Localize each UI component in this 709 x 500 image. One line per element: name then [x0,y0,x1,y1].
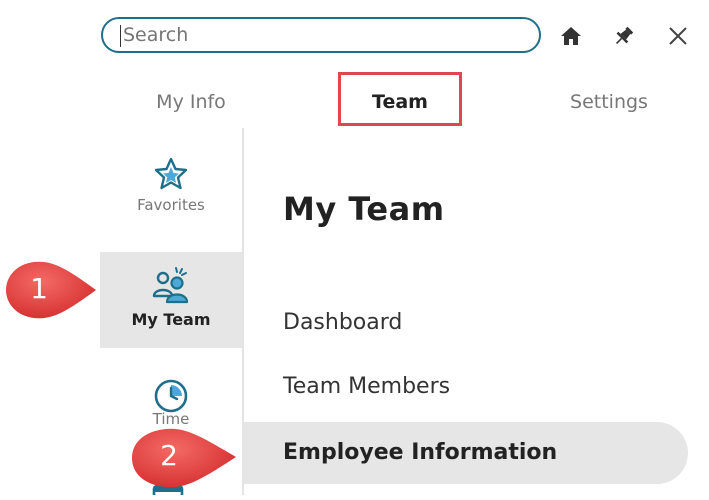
tab-settings[interactable]: Settings [555,76,663,128]
sidebar-item-my-team[interactable]: My Team [100,252,242,348]
callout-number: 1 [30,272,48,305]
callout-1: 1 [0,254,100,326]
search-input[interactable] [101,17,541,53]
close-icon[interactable] [662,20,694,52]
top-bar [100,0,709,76]
tab-my-info[interactable]: My Info [140,76,242,128]
sidebar-item-label: Favorites [137,196,205,214]
pin-icon[interactable] [608,20,640,52]
callout-number: 2 [160,439,178,472]
page-title: My Team [283,190,445,228]
menu-item-label: Employee Information [283,440,558,465]
star-icon [154,157,188,190]
menu-item-dashboard[interactable]: Dashboard [283,310,402,335]
callout-2: 2 [126,423,238,495]
sidebar-item-label: My Team [131,310,211,329]
home-icon[interactable] [555,20,587,52]
tab-team-highlight [338,72,462,126]
tab-bar: My Info Team Settings [100,72,709,128]
text-cursor [120,25,121,47]
menu-item-team-members[interactable]: Team Members [283,374,450,399]
team-icon [152,267,189,304]
main-content: My Team Dashboard Team Members Employee … [244,128,709,495]
sidebar-item-favorites[interactable]: Favorites [100,156,242,236]
